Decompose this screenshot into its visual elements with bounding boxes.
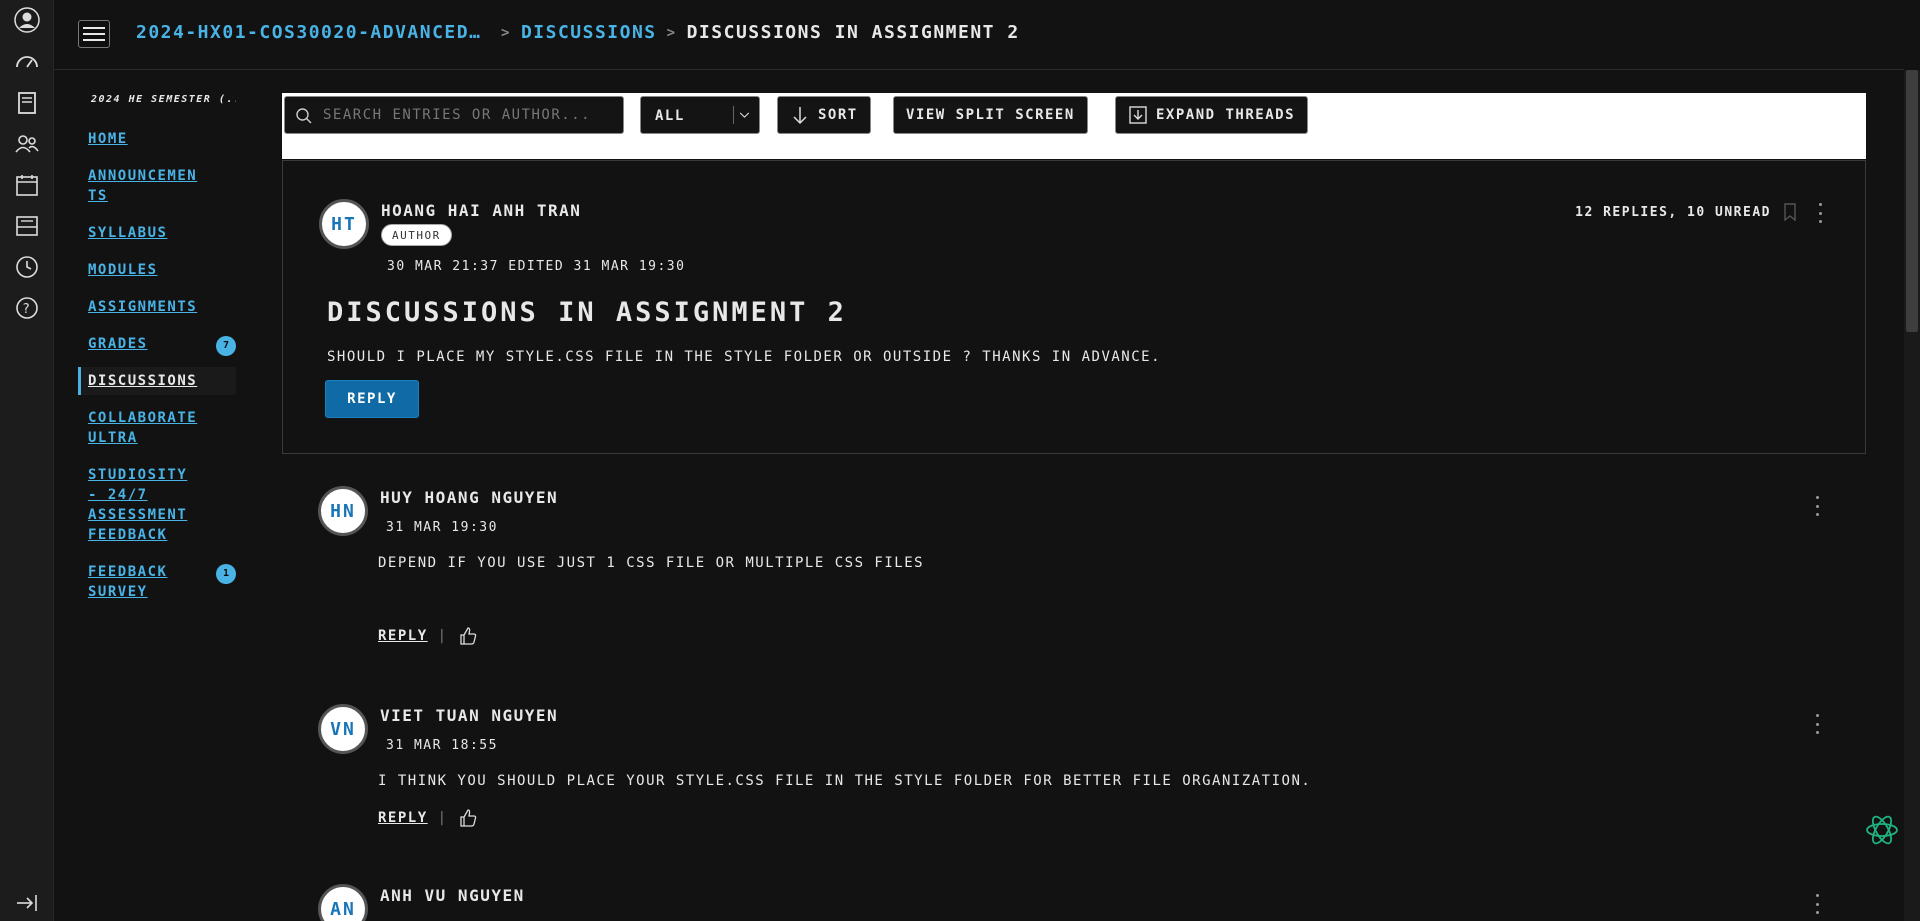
reply-button[interactable]: REPLY — [325, 380, 419, 418]
entry-body: SHOULD I PLACE MY STYLE.CSS FILE IN THE … — [327, 349, 1162, 365]
nav-item-announcements[interactable]: ANNOUNCEMENTS — [78, 162, 236, 210]
more-options-icon[interactable] — [1814, 714, 1820, 734]
author-name[interactable]: HOANG HAI ANH TRAN — [381, 201, 581, 220]
feedback-badge: 1 — [216, 564, 236, 584]
history-icon[interactable] — [12, 252, 42, 282]
scrollbar[interactable] — [1904, 70, 1920, 921]
breadcrumb-separator-icon: > — [666, 24, 677, 41]
page-header: 2024-HX01-COS30020-ADVANCED WEB DEVELOPM… — [54, 0, 1904, 70]
more-options-icon[interactable] — [1814, 894, 1820, 914]
author-badge: AUTHOR — [381, 224, 452, 246]
nav-item-label: STUDIOSITY - 24/7 ASSESSMENT FEEDBACK — [88, 467, 188, 543]
global-nav: ? — [0, 0, 54, 921]
avatar[interactable]: HN — [318, 486, 368, 536]
scrollbar-thumb[interactable] — [1906, 70, 1918, 332]
filter-value: ALL — [655, 108, 685, 124]
reply-link[interactable]: REPLY — [378, 810, 428, 826]
entry-timestamp: 31 MAR 19:30 — [386, 520, 498, 535]
nav-item-discussions[interactable]: DISCUSSIONS — [78, 367, 236, 395]
entry-body: DEPEND IF YOU USE JUST 1 CSS FILE OR MUL… — [378, 555, 925, 571]
nav-item-studiosity[interactable]: STUDIOSITY - 24/7 ASSESSMENT FEEDBACK — [78, 461, 236, 549]
expand-threads-button[interactable]: EXPAND THREADS — [1115, 96, 1309, 134]
term-label: 2024 HE SEMESTER (... — [91, 94, 236, 105]
nav-item-syllabus[interactable]: SYLLABUS — [78, 219, 236, 247]
reply-actions: REPLY | — [378, 808, 478, 828]
breadcrumb-current: DISCUSSIONS IN ASSIGNMENT 2 — [686, 22, 1020, 43]
calendar-icon[interactable] — [12, 170, 42, 200]
nav-item-label: FEEDBACK SURVEY — [88, 564, 168, 600]
breadcrumb-course-link[interactable]: 2024-HX01-COS30020-ADVANCED WEB DEVELOPM… — [136, 22, 491, 43]
sort-button[interactable]: SORT — [777, 96, 871, 134]
root-entry: HT HOANG HAI ANH TRAN AUTHOR 30 MAR 21:3… — [282, 160, 1866, 454]
discussion-toolbar: ALL SORT VIEW SPLIT SCREEN EXPAND THREAD… — [282, 93, 1866, 159]
account-icon[interactable] — [12, 5, 42, 35]
discussion-title: DISCUSSIONS IN ASSIGNMENT 2 — [327, 297, 847, 328]
grades-badge: 7 — [216, 336, 236, 356]
nav-item-label: HOME — [88, 131, 128, 147]
nav-item-label: ASSIGNMENTS — [88, 299, 198, 315]
search-input[interactable] — [313, 97, 613, 133]
nav-item-label: MODULES — [88, 262, 158, 278]
divider: | — [437, 810, 448, 826]
author-name[interactable]: VIET TUAN NGUYEN — [380, 706, 558, 725]
arrow-down-icon — [793, 107, 807, 125]
reply-count: 12 REPLIES, 10 UNREAD — [1575, 205, 1771, 220]
expand-threads-label: EXPAND THREADS — [1156, 107, 1296, 123]
nav-item-feedback-survey[interactable]: FEEDBACK SURVEY 1 — [78, 558, 236, 606]
author-name[interactable]: ANH VU NGUYEN — [380, 886, 525, 905]
nav-item-home[interactable]: HOME — [78, 125, 236, 153]
nav-item-grades[interactable]: GRADES 7 — [78, 330, 236, 358]
like-icon[interactable] — [458, 808, 478, 828]
divider: | — [437, 628, 448, 644]
nav-item-label: ANNOUNCEMENTS — [88, 168, 198, 204]
inbox-icon[interactable] — [12, 211, 42, 241]
breadcrumb-discussions-link[interactable]: DISCUSSIONS — [521, 22, 657, 43]
bookmark-icon[interactable] — [1783, 203, 1797, 221]
help-icon[interactable]: ? — [12, 293, 42, 323]
groups-icon[interactable] — [12, 129, 42, 159]
reply-link[interactable]: REPLY — [378, 628, 428, 644]
chevron-down-icon — [733, 106, 750, 124]
assistant-icon[interactable] — [1864, 812, 1900, 848]
collapse-nav-icon[interactable] — [12, 888, 42, 918]
reply-actions: REPLY | — [378, 626, 478, 646]
more-options-icon[interactable] — [1817, 203, 1823, 223]
course-nav: 2024 HE SEMESTER (... HOME ANNOUNCEMENTS… — [78, 94, 236, 615]
avatar[interactable]: HT — [319, 199, 369, 249]
avatar[interactable]: VN — [318, 704, 368, 754]
filter-select[interactable]: ALL — [640, 96, 760, 134]
nav-item-assignments[interactable]: ASSIGNMENTS — [78, 293, 236, 321]
author-name[interactable]: HUY HOANG NGUYEN — [380, 488, 558, 507]
view-split-screen-button[interactable]: VIEW SPLIT SCREEN — [893, 96, 1088, 134]
breadcrumb: 2024-HX01-COS30020-ADVANCED WEB DEVELOPM… — [136, 22, 1020, 43]
dashboard-icon[interactable] — [12, 47, 42, 77]
split-screen-label: VIEW SPLIT SCREEN — [906, 107, 1075, 123]
nav-item-label: SYLLABUS — [88, 225, 168, 241]
hamburger-menu-button[interactable] — [78, 20, 110, 48]
like-icon[interactable] — [458, 626, 478, 646]
breadcrumb-separator-icon: > — [501, 24, 511, 41]
nav-item-collaborate-ultra[interactable]: COLLABORATE ULTRA — [78, 404, 236, 452]
search-icon — [296, 108, 312, 124]
nav-item-label: GRADES — [88, 336, 148, 352]
sort-label: SORT — [818, 107, 858, 123]
svg-text:?: ? — [23, 302, 31, 317]
nav-item-label: DISCUSSIONS — [88, 373, 198, 389]
expand-icon — [1129, 106, 1147, 124]
more-options-icon[interactable] — [1814, 496, 1820, 516]
nav-item-label: COLLABORATE ULTRA — [88, 410, 198, 446]
avatar[interactable]: AN — [318, 884, 368, 921]
search-box — [284, 96, 624, 134]
nav-item-modules[interactable]: MODULES — [78, 256, 236, 284]
courses-icon[interactable] — [12, 88, 42, 118]
entry-timestamp: 31 MAR 18:55 — [386, 738, 498, 753]
entry-timestamp: 30 MAR 21:37 EDITED 31 MAR 19:30 — [387, 259, 686, 274]
entry-body: I THINK YOU SHOULD PLACE YOUR STYLE.CSS … — [378, 773, 1312, 789]
